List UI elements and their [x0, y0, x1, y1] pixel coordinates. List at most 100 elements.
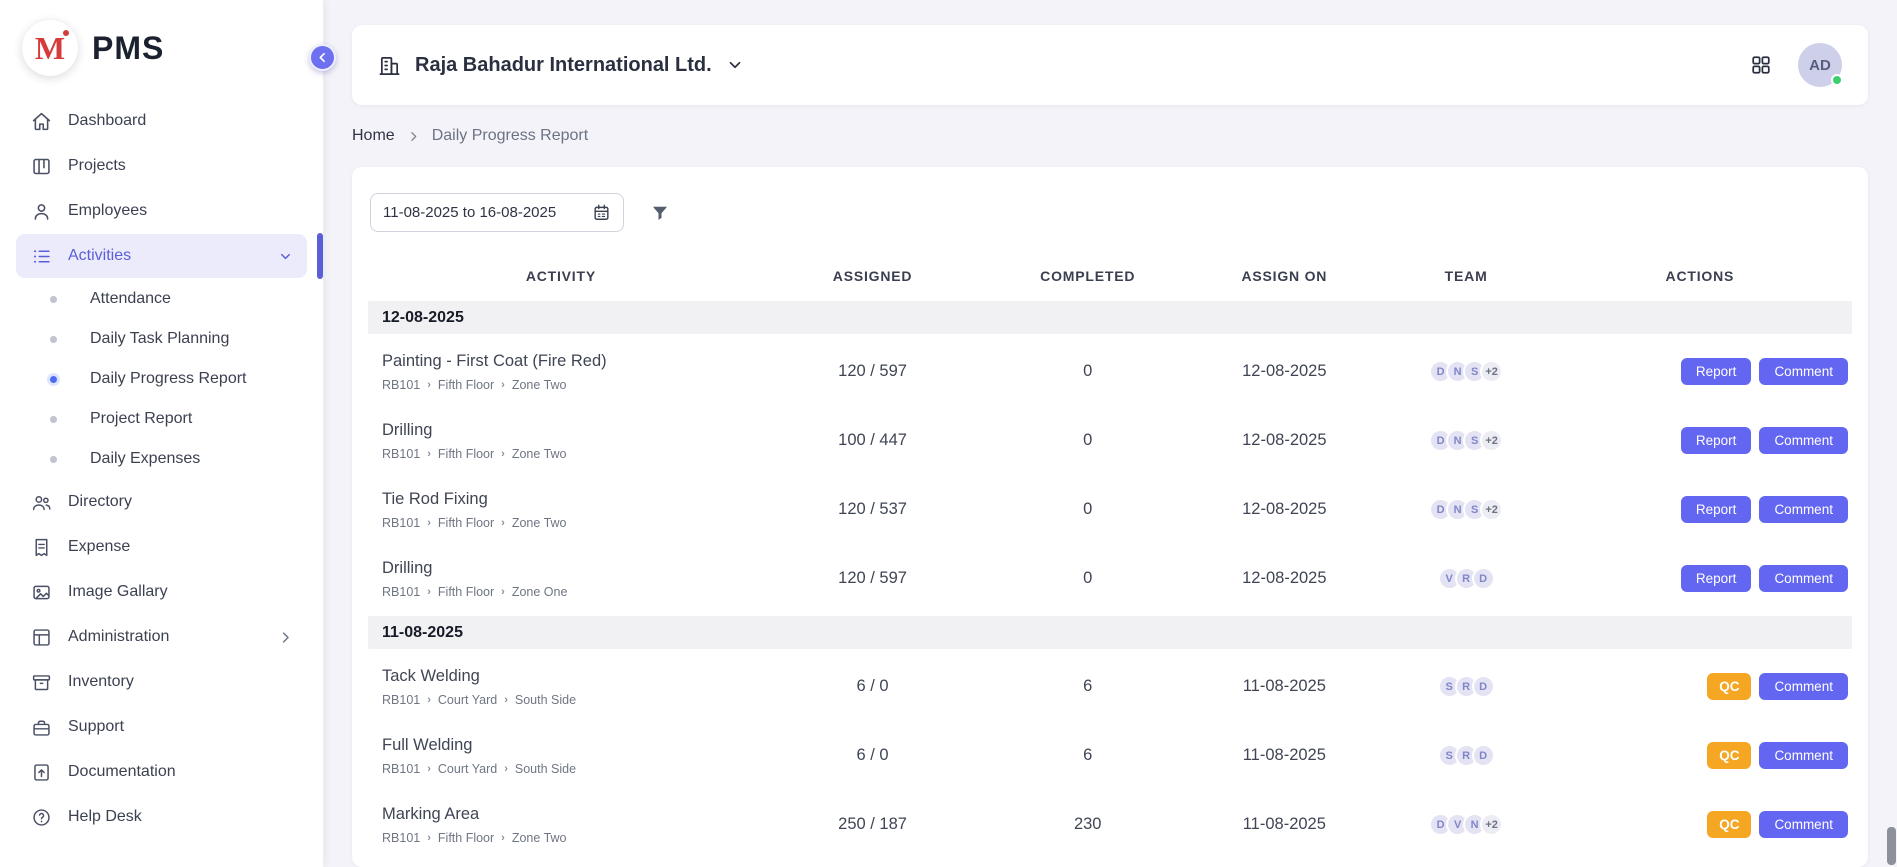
scrollbar-thumb[interactable] [1887, 827, 1896, 865]
team-cell: SRD [1385, 744, 1548, 767]
report-button[interactable]: Report [1681, 496, 1752, 523]
online-status-dot [1831, 74, 1843, 86]
sidebar-item-administration[interactable]: Administration [16, 615, 307, 659]
sidebar-subitem-daily-task-planning[interactable]: Daily Task Planning [16, 319, 307, 359]
activity-location-path: RB101›Fifth Floor›Zone Two [382, 378, 754, 392]
sidebar-item-inventory[interactable]: Inventory [16, 660, 307, 704]
qc-button[interactable]: QC [1707, 811, 1751, 838]
comment-button[interactable]: Comment [1759, 496, 1848, 523]
sidebar-collapse-button[interactable] [309, 44, 336, 71]
sidebar-item-dashboard[interactable]: Dashboard [16, 99, 307, 143]
home-icon [30, 110, 52, 132]
assign-on-cell: 11-08-2025 [1184, 677, 1384, 696]
breadcrumb-home-link[interactable]: Home [352, 127, 395, 145]
assigned-cell: 120 / 597 [754, 569, 991, 588]
comment-button[interactable]: Comment [1759, 565, 1848, 592]
team-overflow-badge: +2 [1480, 429, 1503, 452]
app-logo-text: PMS [92, 30, 164, 67]
chevron-right-icon: › [501, 379, 505, 391]
sidebar-subitem-daily-expenses[interactable]: Daily Expenses [16, 439, 307, 479]
sidebar-item-expense[interactable]: Expense [16, 525, 307, 569]
sidebar-item-support[interactable]: Support [16, 705, 307, 749]
chevron-right-icon: › [501, 517, 505, 529]
vertical-scrollbar[interactable] [1887, 0, 1896, 867]
sidebar-item-projects[interactable]: Projects [16, 144, 307, 188]
sidebar-item-directory[interactable]: Directory [16, 480, 307, 524]
report-button[interactable]: Report [1681, 427, 1752, 454]
activity-title: Full Welding [382, 736, 754, 755]
qc-button[interactable]: QC [1707, 742, 1751, 769]
path-segment: RB101 [382, 516, 420, 530]
sidebar-subitem-attendance[interactable]: Attendance [16, 279, 307, 319]
actions-cell: Report Comment [1548, 496, 1852, 523]
report-button[interactable]: Report [1681, 358, 1752, 385]
assign-on-cell: 12-08-2025 [1184, 500, 1384, 519]
path-segment: Fifth Floor [438, 585, 494, 599]
team-cell: DNS+2 [1385, 429, 1548, 452]
user-avatar[interactable]: AD [1798, 43, 1842, 87]
team-member-avatar: D [1472, 675, 1495, 698]
column-header-assign-on: ASSIGN ON [1184, 268, 1384, 284]
team-member-avatar: D [1472, 744, 1495, 767]
assigned-cell: 6 / 0 [754, 746, 991, 765]
comment-button[interactable]: Comment [1759, 358, 1848, 385]
sidebar-item-label: Help Desk [68, 808, 142, 826]
gallery-icon [30, 581, 52, 603]
team-member-avatar: D [1472, 567, 1495, 590]
sidebar-subitem-label: Daily Expenses [90, 450, 200, 468]
team-cell: VRD [1385, 567, 1548, 590]
table-row: Full WeldingRB101›Court Yard›South Side6… [368, 721, 1852, 790]
path-segment: RB101 [382, 585, 420, 599]
sidebar-subitem-project-report[interactable]: Project Report [16, 399, 307, 439]
comment-button[interactable]: Comment [1759, 742, 1848, 769]
chevron-right-icon: › [427, 763, 431, 775]
sidebar-item-label: Image Gallary [68, 583, 168, 601]
actions-cell: Report Comment [1548, 565, 1852, 592]
filter-icon[interactable] [650, 203, 670, 223]
date-range-input[interactable]: 11-08-2025 to 16-08-2025 [370, 193, 624, 232]
company-name: Raja Bahadur International Ltd. [415, 54, 712, 77]
qc-button[interactable]: QC [1707, 673, 1751, 700]
sidebar-item-activities[interactable]: Activities [16, 234, 307, 278]
sidebar-item-image-gallary[interactable]: Image Gallary [16, 570, 307, 614]
directory-icon [30, 491, 52, 513]
bullet-dot-icon [50, 416, 57, 423]
chevron-down-icon [278, 249, 293, 264]
table-row: Tack WeldingRB101›Court Yard›South Side6… [368, 652, 1852, 721]
assign-on-cell: 12-08-2025 [1184, 569, 1384, 588]
column-header-activity: ACTIVITY [368, 268, 754, 284]
comment-button[interactable]: Comment [1759, 673, 1848, 700]
assign-on-cell: 12-08-2025 [1184, 362, 1384, 381]
report-button[interactable]: Report [1681, 565, 1752, 592]
sidebar-item-label: Support [68, 718, 124, 736]
sidebar-subitem-daily-progress-report[interactable]: Daily Progress Report [16, 359, 307, 399]
assign-on-cell: 11-08-2025 [1184, 746, 1384, 765]
apps-grid-icon[interactable] [1750, 54, 1772, 76]
activities-icon [30, 245, 52, 267]
assigned-cell: 120 / 597 [754, 362, 991, 381]
sidebar-item-label: Dashboard [68, 112, 146, 130]
path-segment: Fifth Floor [438, 447, 494, 461]
expense-icon [30, 536, 52, 558]
completed-cell: 230 [991, 815, 1184, 834]
company-selector[interactable]: Raja Bahadur International Ltd. [378, 54, 744, 77]
comment-button[interactable]: Comment [1759, 811, 1848, 838]
activity-location-path: RB101›Fifth Floor›Zone Two [382, 516, 754, 530]
date-group-header: 12-08-2025 [368, 301, 1852, 334]
sidebar-item-employees[interactable]: Employees [16, 189, 307, 233]
docs-icon [30, 761, 52, 783]
actions-cell: Report Comment [1548, 427, 1852, 454]
chevron-right-icon: › [427, 448, 431, 460]
sidebar-item-help-desk[interactable]: Help Desk [16, 795, 307, 839]
sidebar-item-label: Inventory [68, 673, 134, 691]
team-overflow-badge: +2 [1480, 360, 1503, 383]
app-root: M PMS DashboardProjectsEmployeesActiviti… [0, 0, 1897, 867]
completed-cell: 6 [991, 677, 1184, 696]
sidebar-item-documentation[interactable]: Documentation [16, 750, 307, 794]
completed-cell: 0 [991, 500, 1184, 519]
comment-button[interactable]: Comment [1759, 427, 1848, 454]
chevron-right-icon: › [501, 448, 505, 460]
calendar-icon [592, 203, 611, 222]
path-segment: Fifth Floor [438, 378, 494, 392]
main-area: Raja Bahadur International Ltd. AD Home [323, 0, 1897, 867]
